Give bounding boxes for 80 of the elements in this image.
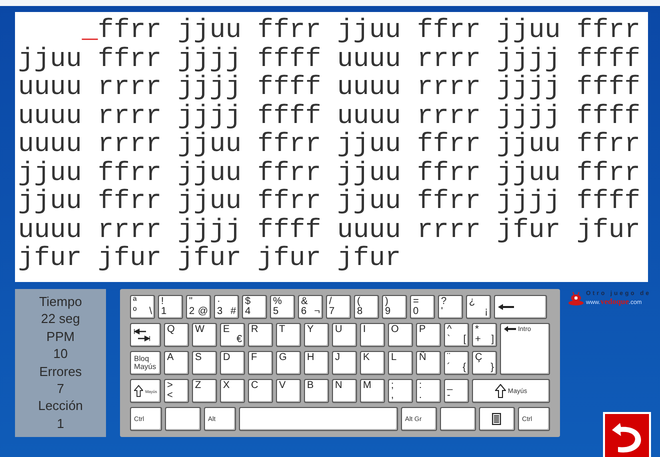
back-button[interactable]	[603, 412, 651, 457]
keyboard-key[interactable]: % 5	[270, 295, 295, 319]
practice-text-line: jjuu ffrr jjjj ffff uuuu rrrr jjjj ffff	[18, 44, 640, 73]
menu-key-icon	[492, 413, 502, 425]
blank-key[interactable]	[440, 407, 476, 431]
keyboard-key[interactable]: ª º \	[130, 295, 155, 319]
keyboard-key[interactable]: J	[332, 351, 357, 375]
text-cursor: _	[82, 16, 98, 44]
stat-value: 10	[53, 345, 68, 363]
stat-value: 22 seg	[40, 310, 80, 328]
tab-key[interactable]	[130, 323, 161, 347]
keyboard-key[interactable]: P	[416, 323, 441, 347]
keyboard-key[interactable]: D	[220, 351, 245, 375]
keyboard-key[interactable]: K	[360, 351, 385, 375]
keyboard-key[interactable]: M	[360, 379, 385, 403]
keyboard-key[interactable]: ? '	[438, 295, 463, 319]
blank-key[interactable]	[165, 407, 201, 431]
keyboard-key[interactable]: O	[388, 323, 413, 347]
keyboard-key[interactable]: I	[360, 323, 385, 347]
stat-label: Tiempo	[39, 293, 82, 310]
keyboard-key[interactable]: " 2 @	[186, 295, 211, 319]
keyboard-key[interactable]: ¨ ´ {	[444, 351, 469, 375]
keyboard-key[interactable]: N	[332, 379, 357, 403]
keyboard-key[interactable]: L	[388, 351, 413, 375]
keyboard-key[interactable]: = 0	[410, 295, 435, 319]
alien-logo-icon	[568, 292, 584, 306]
keyboard-key[interactable]: ^ ` [	[444, 323, 469, 347]
keyboard-key[interactable]: * + ]	[472, 323, 497, 347]
keyboard-key[interactable]: : .	[416, 379, 441, 403]
left-arrow-icon	[498, 304, 514, 310]
keyboard-key[interactable]: A	[164, 351, 189, 375]
keyboard-key[interactable]: / 7	[326, 295, 351, 319]
keyboard-key[interactable]: S	[192, 351, 217, 375]
keyboard-key[interactable]: Ñ	[416, 351, 441, 375]
keyboard-key[interactable]: F	[248, 351, 273, 375]
up-arrow-icon	[494, 384, 506, 398]
keyboard-key[interactable]: C	[248, 379, 273, 403]
practice-text-line: ffrr jjuu ffrr jjuu ffrr jjuu ffrr	[98, 16, 640, 44]
menu-key[interactable]	[479, 407, 515, 431]
keyboard-key[interactable]: H	[304, 351, 329, 375]
keyboard-key[interactable]: ) 9	[382, 295, 407, 319]
keyboard-key[interactable]: Q	[164, 323, 189, 347]
keyboard-key[interactable]: ¿ ¡	[466, 295, 491, 319]
keyboard-key[interactable]: X	[220, 379, 245, 403]
keyboard-key[interactable]: ( 8	[354, 295, 379, 319]
practice-text-line: jfur jfur jfur jfur jfur	[18, 244, 402, 272]
keyboard-key[interactable]: W	[192, 323, 217, 347]
keyboard-key[interactable]: B	[304, 379, 329, 403]
stat-label: Errores	[39, 362, 82, 380]
keyboard-key[interactable]: _ -	[444, 379, 469, 403]
keyboard-key[interactable]: R	[248, 323, 273, 347]
keyboard-key[interactable]: > <	[164, 379, 189, 403]
keyboard-key[interactable]: G	[276, 351, 301, 375]
practice-text-line: uuuu rrrr jjjj ffff uuuu rrrr jjjj ffff	[18, 102, 640, 130]
keyboard-key[interactable]: ; ,	[388, 379, 413, 403]
space-key[interactable]	[239, 407, 398, 431]
practice-text-line: jjuu ffrr jjuu ffrr jjuu ffrr jjjj ffff	[18, 187, 640, 216]
return-arrow-icon	[504, 326, 516, 332]
keyboard-key[interactable]: T	[276, 323, 301, 347]
keyboard-key[interactable]: U	[332, 323, 357, 347]
practice-text-line: jjuu ffrr jjuu ffrr jjuu ffrr jjuu ffrr	[18, 158, 640, 187]
keyboard-key[interactable]: Ç }	[472, 351, 497, 375]
keyboard-key[interactable]: V	[276, 379, 301, 403]
keyboard-key[interactable]: $ 4	[242, 295, 267, 319]
tab-arrows-icon	[134, 328, 150, 342]
stat-value: 7	[56, 380, 64, 398]
stat-label: PPM	[46, 328, 75, 346]
practice-text-line: uuuu rrrr jjjj ffff uuuu rrrr jfur jfur	[18, 216, 640, 244]
stat-label: Lección	[38, 397, 83, 415]
keyboard-key[interactable]: & 6 ¬	[298, 295, 323, 319]
up-arrow-icon	[134, 384, 144, 398]
keyboard-key[interactable]: · 3 #	[214, 295, 239, 319]
keyboard-key[interactable]: Z	[192, 379, 217, 403]
backspace-key[interactable]	[494, 295, 547, 319]
stat-value: 1	[56, 414, 64, 432]
keyboard-key[interactable]: E €	[220, 323, 245, 347]
keyboard-key[interactable]: ! 1	[158, 295, 183, 319]
keyboard-key[interactable]: Y	[304, 323, 329, 347]
practice-text-line: uuuu rrrr jjjj ffff uuuu rrrr jjjj ffff	[18, 73, 640, 102]
practice-text-line: uuuu rrrr jjuu ffrr jjuu ffrr jjuu ffrr	[18, 130, 640, 158]
